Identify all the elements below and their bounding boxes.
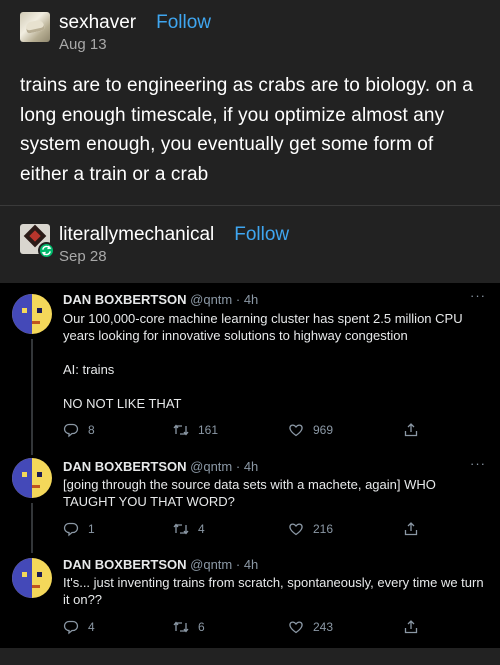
post-header-sexhaver: sexhaver Follow Aug 13: [20, 12, 211, 55]
share-icon: [404, 423, 418, 437]
tweet: DAN BOXBERTSON @qntm · 4h ··· [going thr…: [0, 455, 500, 553]
post-date: Sep 28: [59, 248, 107, 265]
like-icon: [289, 621, 303, 634]
more-icon[interactable]: ···: [470, 288, 486, 303]
timestamp: · 4h: [235, 557, 259, 572]
divider: [0, 205, 500, 206]
reply-icon: [63, 423, 79, 438]
tweet-actions: 1 4 216: [63, 521, 443, 539]
retweet-button[interactable]: 6: [173, 619, 205, 635]
share-button[interactable]: [403, 521, 419, 537]
thread-line: [31, 503, 33, 553]
share-button[interactable]: [403, 619, 419, 635]
follow-button[interactable]: Follow: [234, 224, 289, 246]
tweet-body: [going through the source data sets with…: [63, 477, 436, 509]
thread-line: [31, 339, 33, 455]
post-date: Aug 13: [59, 36, 107, 53]
retweet-icon: [173, 424, 189, 436]
like-button[interactable]: 243: [288, 619, 333, 635]
like-icon: [289, 424, 303, 437]
avatar[interactable]: [12, 558, 52, 598]
retweet-icon: [173, 523, 189, 535]
tweet-body: Our 100,000-core machine learning cluste…: [63, 311, 463, 411]
share-button[interactable]: [403, 422, 419, 438]
follow-button[interactable]: Follow: [156, 12, 211, 34]
tweet-thread-image: DAN BOXBERTSON @qntm · 4h ··· Our 100,00…: [0, 283, 500, 648]
username[interactable]: sexhaver: [59, 12, 136, 34]
handle[interactable]: @qntm: [190, 557, 232, 572]
reply-icon: [63, 522, 79, 537]
display-name[interactable]: DAN BOXBERTSON: [63, 459, 187, 474]
tweet-actions: 8 161 969: [63, 422, 443, 440]
share-icon: [404, 522, 418, 536]
reply-icon: [63, 620, 79, 635]
avatar[interactable]: [20, 12, 50, 42]
avatar[interactable]: [12, 458, 52, 498]
share-icon: [404, 620, 418, 634]
reply-button[interactable]: 8: [63, 422, 95, 438]
more-icon[interactable]: ···: [470, 456, 486, 471]
handle[interactable]: @qntm: [190, 459, 232, 474]
reblog-icon: [38, 242, 55, 259]
username[interactable]: literallymechanical: [59, 224, 214, 246]
like-icon: [289, 523, 303, 536]
tweet: DAN BOXBERTSON @qntm · 4h It's... just i…: [0, 553, 500, 648]
avatar[interactable]: [12, 294, 52, 334]
retweet-button[interactable]: 161: [173, 422, 218, 438]
tweet-header: DAN BOXBERTSON @qntm · 4h: [63, 291, 258, 308]
display-name[interactable]: DAN BOXBERTSON: [63, 557, 187, 572]
post-text: trains are to engineering as crabs are t…: [20, 75, 473, 185]
tweet-body: It's... just inventing trains from scrat…: [63, 575, 484, 607]
retweet-button[interactable]: 4: [173, 521, 205, 537]
handle[interactable]: @qntm: [190, 292, 232, 307]
tweet-header: DAN BOXBERTSON @qntm · 4h: [63, 556, 258, 573]
display-name[interactable]: DAN BOXBERTSON: [63, 292, 187, 307]
timestamp: · 4h: [235, 459, 259, 474]
post-footer: [0, 648, 500, 665]
tweet-header: DAN BOXBERTSON @qntm · 4h: [63, 458, 258, 475]
reply-button[interactable]: 4: [63, 619, 95, 635]
timestamp: · 4h: [235, 292, 259, 307]
post-header-literallymechanical: literallymechanical Follow Sep 28: [20, 224, 289, 267]
tweet: DAN BOXBERTSON @qntm · 4h ··· Our 100,00…: [0, 283, 500, 455]
tweet-actions: 4 6 243: [63, 619, 443, 637]
like-button[interactable]: 216: [288, 521, 333, 537]
retweet-icon: [173, 621, 189, 633]
like-button[interactable]: 969: [288, 422, 333, 438]
reply-button[interactable]: 1: [63, 521, 95, 537]
